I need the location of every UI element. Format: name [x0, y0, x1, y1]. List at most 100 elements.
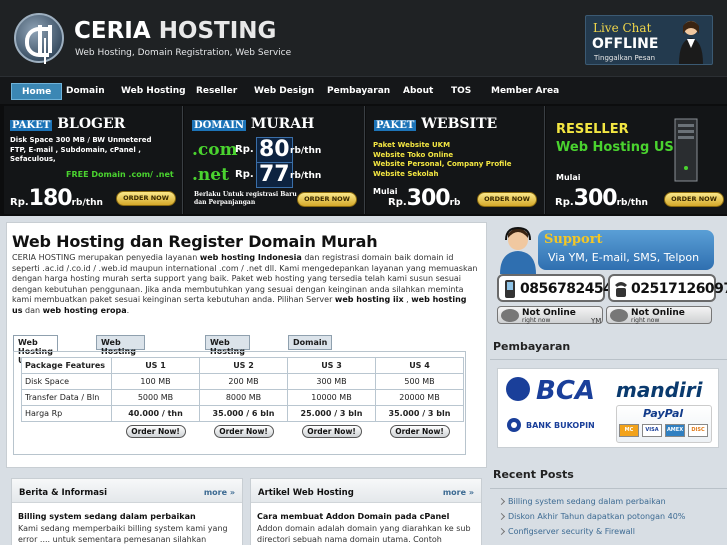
table-cell: 8000 MB — [199, 389, 288, 406]
keyword-link[interactable]: web hosting iix — [335, 295, 404, 304]
recent-post-link[interactable]: Billing system sedang dalam perbaikan — [496, 494, 724, 509]
article-post-excerpt: Addon domain adalah domain yang diarahka… — [257, 524, 471, 544]
site-tagline: Web Hosting, Domain Registration, Web Se… — [75, 48, 292, 58]
table-cell: 40.000 / thn — [111, 405, 200, 422]
phone-box[interactable]: 02517126097 — [608, 274, 727, 302]
promo-banner: PAKET BLOGER Disk Space 300 MB / BW Unme… — [0, 104, 727, 216]
phone-number: 08567824545 — [520, 281, 622, 297]
table-header: US 1 — [111, 357, 200, 374]
table-cell: 20000 MB — [375, 389, 464, 406]
order-now-button[interactable]: Order Now! — [301, 425, 362, 439]
logo-icon[interactable] — [14, 13, 64, 63]
promo-mulai: Mulai — [556, 173, 581, 182]
promo-title: RESELLER — [556, 122, 629, 137]
price-rp: Rp. — [235, 144, 254, 155]
promo-domain[interactable]: DOMAIN MURAH .com Rp. 80 rb/thn .net Rp.… — [184, 106, 364, 214]
promo-line: Sefaculous, — [10, 155, 56, 163]
price-value: 180 — [28, 186, 73, 211]
amex-icon: AMEX — [665, 424, 685, 437]
payment-methods: BCA mandiri BANK BUKOPIN PayPal MC VISA … — [497, 368, 719, 448]
promo-item: Website Sekolah — [373, 169, 439, 178]
ym-status-2[interactable]: Not Online right now — [606, 306, 712, 324]
news-post-title[interactable]: Billing system sedang dalam perbaikan — [18, 512, 196, 521]
news-box: Berita & Informasi more » Billing system… — [11, 478, 243, 545]
paypal-box: PayPal MC VISA AMEX DISC — [616, 405, 712, 443]
table-cell: Harga Rp — [21, 405, 112, 422]
recent-post-link[interactable]: Diskon Akhir Tahun dapatkan potongan 40% — [496, 509, 724, 524]
nav-tos[interactable]: TOS — [451, 83, 471, 100]
site-brand[interactable]: CERIA HOSTING — [74, 18, 276, 44]
tab-web-hosting-iix[interactable]: Web Hosting IIX — [205, 335, 250, 365]
table-header: US 3 — [287, 357, 376, 374]
order-now-button[interactable]: Order Now! — [213, 425, 274, 439]
nav-reseller[interactable]: Reseller — [196, 83, 237, 100]
table-cell: 5000 MB — [111, 389, 200, 406]
livechat-status: OFFLINE — [592, 36, 659, 52]
server-icon — [674, 118, 698, 182]
news-more-link[interactable]: more » — [204, 488, 235, 497]
promo-line: FTP, E-mail , Subdomain, cPanel , — [10, 145, 141, 154]
nav-about[interactable]: About — [403, 83, 433, 100]
promo-divider — [182, 106, 183, 214]
order-now-button[interactable]: ORDER NOW — [116, 191, 176, 206]
nav-web-hosting[interactable]: Web Hosting — [121, 83, 186, 100]
articles-more-link[interactable]: more » — [443, 488, 474, 497]
telephone-icon — [615, 282, 627, 297]
site-header: CERIA HOSTING Web Hosting, Domain Regist… — [0, 0, 727, 76]
phone-box[interactable]: 08567824545 — [497, 274, 622, 302]
visa-icon: VISA — [642, 424, 662, 437]
promo-reseller[interactable]: RESELLER Web Hosting US Mulai Rp.300rb/t… — [546, 106, 727, 214]
livechat-widget[interactable]: Live Chat OFFLINE Tinggalkan Pesan — [585, 15, 713, 65]
support-subtitle: Via YM, E-mail, SMS, Telpon — [548, 251, 700, 264]
promo-title: WEBSITE — [421, 116, 498, 132]
promo-bloger[interactable]: PAKET BLOGER Disk Space 300 MB / BW Unme… — [4, 106, 182, 214]
table-cell: 100 MB — [111, 373, 200, 390]
table-cell: Transfer Data / Bln — [21, 389, 112, 406]
page-description: CERIA HOSTING merupakan penyedia layanan… — [12, 253, 478, 315]
nav-web-design[interactable]: Web Design — [254, 83, 314, 100]
table-row: Harga Rp 40.000 / thn 35.000 / 6 bln 25.… — [21, 405, 464, 422]
table-cell: 35.000 / 3 bln — [375, 405, 464, 422]
promo-tag: PAKET — [10, 120, 53, 131]
tab-domain[interactable]: Domain — [288, 335, 333, 350]
article-post-title[interactable]: Cara membuat Addon Domain pada cPanel — [257, 512, 449, 521]
promo-tag: PAKET — [374, 120, 417, 131]
tab-web-hosting-us[interactable]: Web Hosting US — [13, 335, 58, 365]
nav-domain[interactable]: Domain — [66, 83, 105, 100]
order-now-button[interactable]: Order Now! — [125, 425, 186, 439]
payment-heading: Pembayaran — [493, 340, 571, 353]
promo-website[interactable]: PAKET WEBSITE Paket Website UKM Website … — [366, 106, 544, 214]
operator-icon — [679, 21, 703, 64]
table-cell: 25.000 / 3 bln — [287, 405, 376, 422]
promo-free-domain: FREE Domain .com/ .net — [66, 170, 174, 179]
keyword-link[interactable]: web hosting eropa — [43, 306, 127, 315]
table-header-row: Package Features US 1 US 2 US 3 US 4 — [21, 357, 464, 374]
livechat-title: Live Chat — [593, 21, 652, 35]
keyword-link[interactable]: web hosting Indonesia — [200, 253, 302, 262]
promo-line: Disk Space 300 MB / BW Unmetered — [10, 136, 152, 144]
nav-home[interactable]: Home — [11, 83, 63, 100]
nav-pembayaran[interactable]: Pembayaran — [327, 83, 390, 100]
domain-ext-com: .com — [192, 140, 238, 160]
price-unit: rb/thn — [71, 198, 103, 208]
bukopin-logo-icon — [507, 418, 521, 432]
price-unit: rb/thn — [290, 171, 322, 181]
order-now-button[interactable]: ORDER NOW — [477, 192, 537, 207]
domain-ext-net: .net — [192, 165, 229, 185]
order-now-button[interactable]: Order Now! — [389, 425, 450, 439]
promo-note: Berlaku Untuk registrasi Baru — [194, 191, 297, 198]
price-table: Package Features US 1 US 2 US 3 US 4 Dis… — [21, 357, 464, 442]
order-now-button[interactable]: ORDER NOW — [664, 192, 724, 207]
promo-note: dan Perpanjangan — [194, 199, 256, 206]
mastercard-icon: MC — [619, 424, 639, 437]
ym-status-1[interactable]: Not Online right now — [497, 306, 603, 324]
mobile-phone-icon — [505, 280, 515, 298]
order-now-button[interactable]: ORDER NOW — [297, 192, 357, 207]
ym-label: YM — [591, 317, 602, 325]
nav-member-area[interactable]: Member Area — [491, 83, 559, 100]
tab-web-hosting-offshore[interactable]: Web Hosting Offshore — [96, 335, 145, 365]
bank-mandiri: mandiri — [616, 378, 703, 402]
promo-subtitle: Web Hosting US — [556, 140, 674, 155]
recent-post-link[interactable]: Configserver security & Firewall — [496, 524, 724, 539]
table-cell: 300 MB — [287, 373, 376, 390]
